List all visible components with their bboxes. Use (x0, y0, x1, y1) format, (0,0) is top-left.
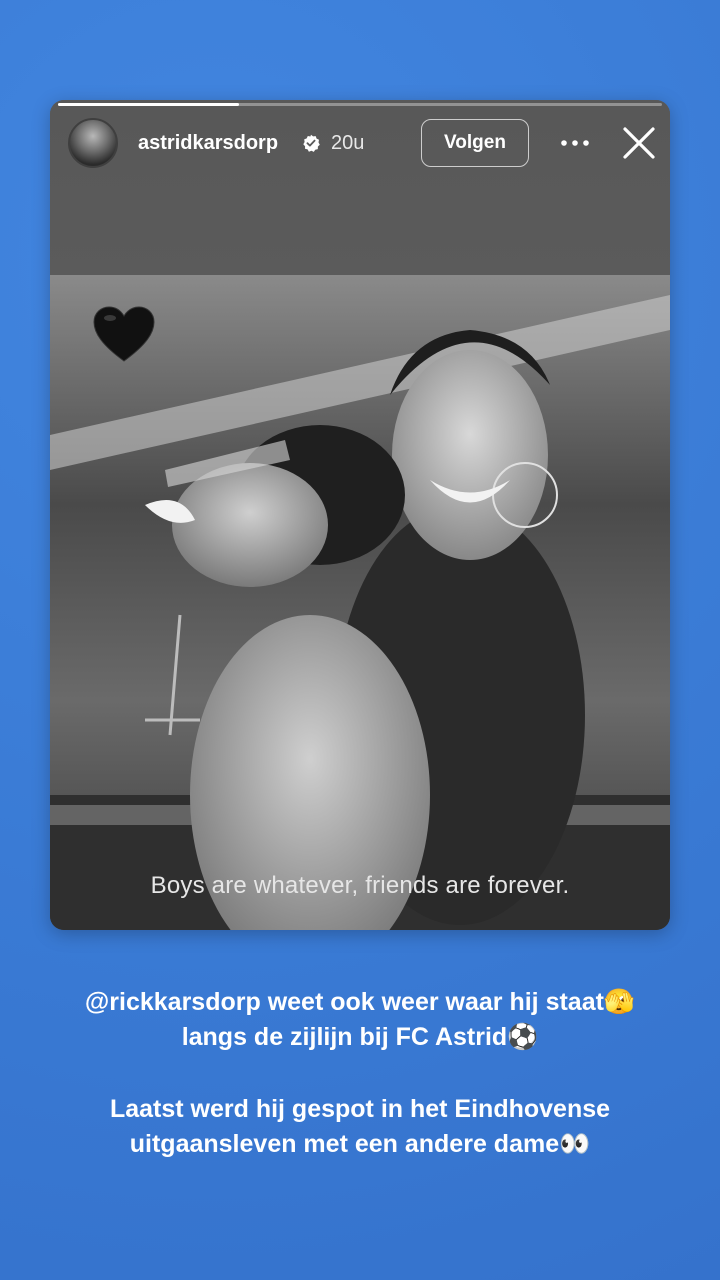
username[interactable]: astridkarsdorp (138, 132, 278, 155)
verified-icon (303, 134, 320, 152)
close-icon[interactable] (621, 125, 657, 161)
caption-line: @rickkarsdorp weet ook weer waar hij sta… (84, 988, 636, 1016)
story-header (50, 100, 670, 275)
post-time: 20u (331, 132, 365, 154)
caption-line: uitgaansleven met een andere dame👀 (129, 1130, 591, 1158)
more-icon[interactable] (558, 130, 592, 156)
follow-button[interactable]: Volgen (421, 119, 529, 167)
photo-caption: Boys are whatever, friends are forever. (150, 872, 570, 899)
story-progress-bar (58, 103, 662, 106)
story-card[interactable]: Boys are whatever, friends are forever. … (50, 100, 670, 930)
caption-line: Laatst werd hij gespot in het Eindhovens… (109, 1095, 611, 1123)
story-progress-fill (58, 103, 240, 106)
caption-line: langs de zijlijn bij FC Astrid⚽ (181, 1023, 539, 1051)
black-heart-icon (93, 306, 155, 362)
story-caption: @rickkarsdorp weet ook weer waar hij sta… (0, 985, 720, 1162)
story-photo (50, 275, 670, 930)
avatar[interactable] (68, 118, 118, 168)
